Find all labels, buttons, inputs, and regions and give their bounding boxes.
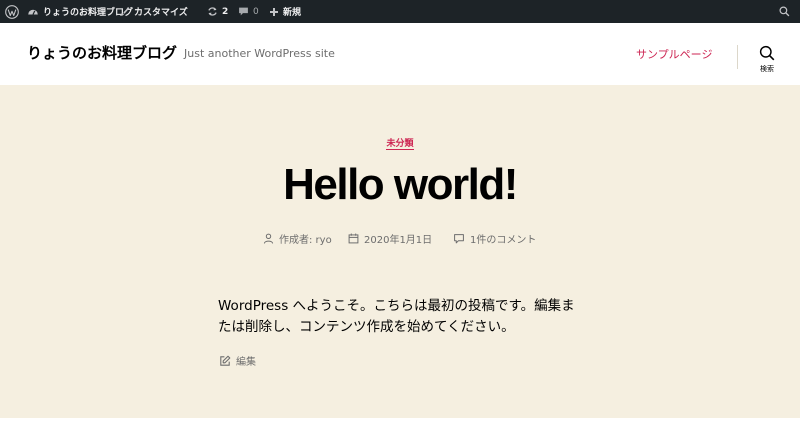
wordpress-logo-button[interactable]: [5, 0, 19, 23]
admin-bar-comments-count: 0: [253, 6, 259, 17]
post-date: 2020年1月1日: [348, 231, 432, 246]
post-edit-link[interactable]: 編集: [219, 353, 256, 368]
header-divider: [737, 45, 738, 69]
plus-icon: [270, 7, 278, 16]
search-label: 検索: [760, 65, 774, 73]
admin-bar-site-link[interactable]: りょうのお料理ブログ: [27, 0, 133, 23]
post-comments: 1件のコメント: [453, 231, 536, 246]
dashboard-icon: [28, 9, 38, 15]
admin-bar-new-label: 新規: [283, 8, 302, 18]
site-title[interactable]: りょうのお料理ブログ: [27, 42, 177, 63]
wordpress-icon: [5, 4, 19, 19]
admin-bar-new-link[interactable]: 新規: [269, 0, 301, 23]
post-comments-link[interactable]: 1件のコメント: [470, 231, 536, 246]
admin-bar-updates-link[interactable]: 2: [207, 0, 228, 23]
user-icon: [263, 233, 274, 244]
edit-pencil-icon: [220, 355, 231, 366]
post-content-area: 未分類 Hello world! 作成者: ryo 2020年1月1日 1件のコ…: [0, 85, 800, 418]
post-date-link[interactable]: 2020年1月1日: [364, 231, 432, 246]
page-bottom: [0, 418, 800, 428]
search-toggle-button[interactable]: 検索: [752, 45, 782, 77]
updates-icon: [208, 7, 217, 16]
post-edit-label: 編集: [236, 357, 256, 368]
admin-bar-customize-label: カスタマイズ: [134, 8, 188, 18]
calendar-icon: [348, 233, 359, 244]
site-description: Just another WordPress site: [184, 47, 335, 60]
post-title[interactable]: Hello world!: [0, 160, 800, 210]
search-icon: [759, 45, 775, 61]
comment-bubble-icon: [239, 7, 248, 16]
nav-item-sample-page[interactable]: サンプルページ: [636, 46, 712, 62]
search-icon: [779, 6, 790, 17]
admin-bar-comments-link[interactable]: 0: [238, 0, 259, 23]
admin-bar-search-button[interactable]: [779, 0, 790, 23]
site-header: りょうのお料理ブログ Just another WordPress site サ…: [0, 23, 800, 85]
admin-bar-updates-count: 2: [222, 6, 229, 17]
post-body: WordPress へようこそ。こちらは最初の投稿です。編集または削除し、コンテ…: [218, 298, 575, 335]
admin-bar-customize-link[interactable]: カスタマイズ: [119, 0, 188, 23]
post-author-link[interactable]: 作成者: ryo: [279, 231, 332, 246]
post-category: 未分類: [0, 136, 800, 150]
category-link[interactable]: 未分類: [386, 139, 414, 150]
paintbrush-icon: [120, 7, 130, 16]
admin-bar: りょうのお料理ブログ カスタマイズ 2 0 新規: [0, 0, 800, 23]
comment-icon: [454, 234, 464, 244]
post-author: 作成者: ryo: [263, 231, 332, 246]
